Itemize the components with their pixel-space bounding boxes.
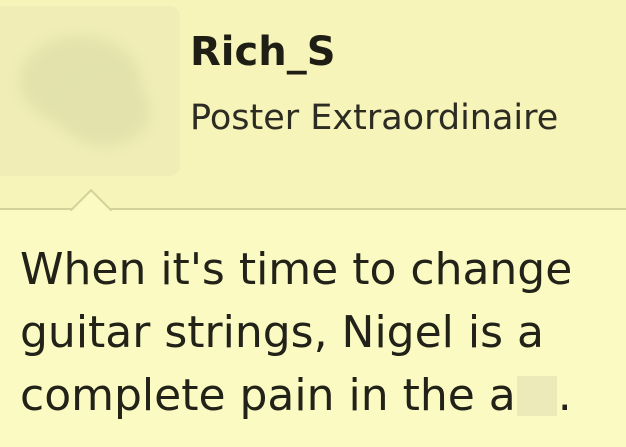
post-body: When it's time to change guitar strings,… [20, 238, 620, 427]
censor-block [516, 376, 557, 416]
post-text-segment: . [557, 370, 572, 421]
user-title: Poster Extraordinaire [190, 98, 559, 138]
post-pointer-arrow [70, 187, 114, 211]
post-text-segment: complete pain in the a [20, 370, 516, 421]
post-text-line: complete pain in the a. [20, 364, 620, 427]
post-header: Rich_S Poster Extraordinaire [0, 0, 626, 210]
post-text-line: When it's time to change [20, 244, 573, 295]
avatar[interactable] [0, 6, 180, 176]
post-text-line: guitar strings, Nigel is a [20, 307, 544, 358]
avatar-blur [60, 76, 150, 146]
username[interactable]: Rich_S [190, 28, 336, 76]
